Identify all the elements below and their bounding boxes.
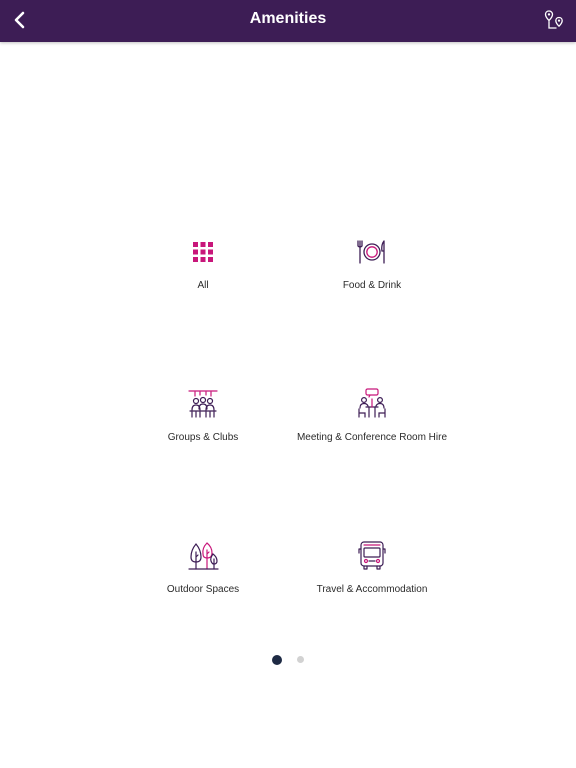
trees-icon — [188, 542, 219, 570]
app-header: Amenities — [0, 0, 576, 42]
category-label: Groups & Clubs — [167, 432, 239, 443]
category-label: Food & Drink — [342, 280, 402, 291]
grid-icon — [193, 242, 213, 262]
meeting-table-icon — [358, 388, 386, 418]
map-button[interactable] — [544, 9, 566, 31]
category-label: All — [197, 280, 209, 291]
people-group-icon — [188, 390, 218, 418]
page-indicator — [0, 651, 576, 665]
plate-cutlery-icon — [357, 240, 385, 264]
category-label: Meeting & Conference Room Hire — [296, 432, 448, 443]
bus-icon — [358, 541, 386, 570]
category-food-drink[interactable]: Food & Drink — [287, 236, 457, 316]
page-title: Amenities — [249, 10, 327, 27]
category-label: Travel & Accommodation — [316, 584, 428, 595]
category-groups-clubs[interactable]: Groups & Clubs — [118, 388, 288, 468]
map-pins-icon — [544, 10, 563, 29]
page-dot[interactable] — [296, 656, 304, 664]
category-meeting-conference[interactable]: Meeting & Conference Room Hire — [287, 388, 457, 468]
category-all[interactable]: All — [118, 236, 288, 316]
category-label: Outdoor Spaces — [166, 584, 240, 595]
category-travel-accommodation[interactable]: Travel & Accommodation — [287, 540, 457, 620]
page-dot-active[interactable] — [272, 654, 283, 665]
category-outdoor-spaces[interactable]: Outdoor Spaces — [118, 540, 288, 620]
